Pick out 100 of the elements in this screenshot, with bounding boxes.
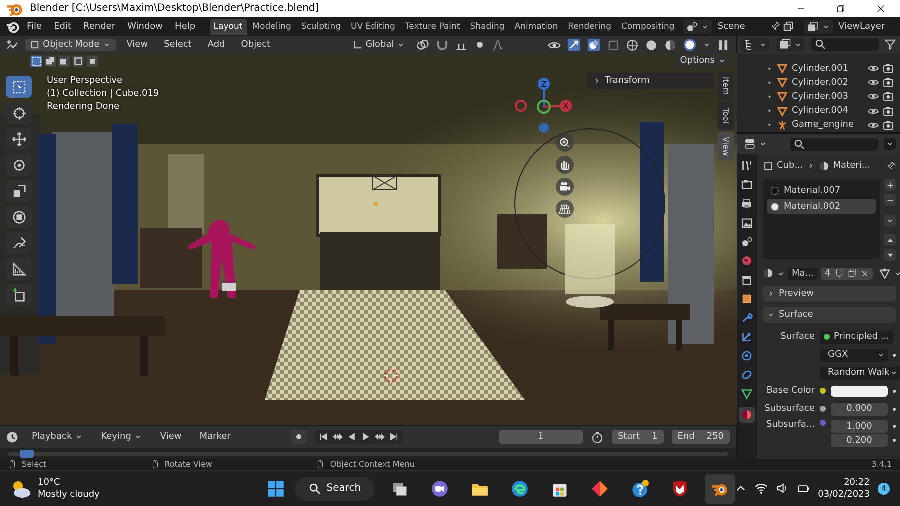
outliner-item[interactable]: Cylinder.001	[737, 62, 900, 76]
frame-field[interactable]: 1	[498, 430, 583, 444]
clock-editor-icon[interactable]	[6, 430, 19, 444]
render-icon[interactable]	[741, 179, 753, 191]
camera-icon[interactable]	[883, 63, 894, 74]
magnet-icon[interactable]	[436, 38, 450, 52]
menu-item[interactable]: Window	[122, 20, 168, 34]
orientation-dropdown[interactable]: Global	[348, 39, 410, 51]
play-reverse-icon[interactable]	[346, 432, 357, 442]
search-field[interactable]	[790, 138, 878, 150]
breadcrumb-material[interactable]: Materi...	[819, 160, 870, 172]
annotate-tool[interactable]	[6, 232, 32, 254]
collection-icon[interactable]	[741, 274, 753, 286]
axis-gizmo[interactable]: Z X	[512, 76, 576, 140]
material-shading-icon[interactable]	[664, 38, 677, 52]
remove-slot-button[interactable]	[884, 194, 896, 206]
printer-icon[interactable]	[741, 198, 753, 210]
sidebar-tab[interactable]: Tool	[718, 102, 734, 130]
panel-header[interactable]: Preview	[763, 286, 896, 302]
filter-icon[interactable]	[885, 39, 896, 50]
restore-icon[interactable]	[836, 4, 846, 14]
menu-item[interactable]: Marker	[194, 430, 236, 444]
next-keyframe-icon[interactable]	[374, 432, 385, 442]
select-box-tool[interactable]	[6, 76, 32, 98]
rendered-shading-icon[interactable]	[683, 38, 697, 52]
notification-badge[interactable]: 4	[878, 482, 890, 494]
workspace-tab[interactable]: Texture Paint	[401, 18, 464, 34]
search-box[interactable]: Search	[294, 476, 376, 500]
particles-icon[interactable]	[741, 331, 753, 343]
material-slot[interactable]: Material.002	[767, 199, 876, 214]
expand-arrow-icon[interactable]	[767, 80, 773, 86]
scale-tool[interactable]	[6, 180, 32, 202]
slot-menu-button[interactable]	[884, 215, 896, 227]
menu-item[interactable]: Add	[202, 38, 230, 52]
number-field[interactable]: 0.200	[831, 434, 888, 447]
falloff-icon[interactable]	[492, 39, 504, 51]
transform-panel[interactable]: Transform	[587, 73, 715, 89]
number-field[interactable]: 1.000	[831, 420, 888, 433]
menu-item[interactable]: File	[22, 20, 48, 34]
transform-tool[interactable]	[6, 206, 32, 228]
add-slot-button[interactable]	[884, 179, 896, 191]
keyframe-dot[interactable]	[893, 390, 896, 392]
world-icon[interactable]	[741, 255, 753, 267]
browser-icon[interactable]	[511, 480, 530, 498]
panel-header[interactable]: Surface	[763, 307, 896, 323]
options-dropdown[interactable]: Options	[675, 55, 731, 67]
jump-end-icon[interactable]	[388, 432, 399, 442]
physics-icon[interactable]	[741, 350, 753, 362]
constraint-icon[interactable]	[741, 369, 753, 381]
camera-icon[interactable]	[883, 91, 894, 102]
menu-item[interactable]: View	[155, 430, 187, 444]
record-button[interactable]	[290, 430, 307, 444]
menu-item[interactable]: Playback	[27, 430, 88, 444]
node-link-icon[interactable]	[878, 268, 891, 280]
pin-icon[interactable]	[886, 161, 896, 171]
move-down-button[interactable]	[884, 249, 896, 261]
wifi-icon[interactable]	[755, 482, 768, 495]
image-icon[interactable]	[741, 217, 753, 229]
object-icon[interactable]	[741, 293, 753, 305]
help-icon[interactable]	[631, 480, 650, 498]
wireframe-shading-icon[interactable]	[626, 38, 639, 52]
workspace-tab[interactable]: Rendering	[564, 18, 616, 34]
diamond-icon[interactable]	[591, 480, 610, 498]
shield-icon[interactable]	[671, 480, 690, 498]
outliner-item[interactable]: Game_engine	[737, 118, 900, 132]
color-swatch[interactable]	[831, 386, 888, 396]
menu-item[interactable]: Edit	[49, 20, 76, 34]
menu-item[interactable]: Render	[78, 20, 121, 34]
chat-icon[interactable]	[431, 480, 450, 498]
mesh-data-icon[interactable]	[741, 388, 753, 400]
outliner-item[interactable]: Cylinder.003	[737, 90, 900, 104]
sidebar-tab[interactable]: View	[718, 132, 734, 160]
xray-icon[interactable]	[607, 38, 620, 52]
mode-dropdown[interactable]: Object Mode	[25, 39, 116, 51]
workspace-tab[interactable]: Compositing	[618, 18, 679, 34]
camera-icon[interactable]	[883, 120, 894, 131]
user-count-field[interactable]: 4	[820, 268, 873, 280]
solid-shading-icon[interactable]	[645, 38, 658, 52]
gizmo-toggle-icon[interactable]	[567, 38, 581, 52]
workspace-tab[interactable]: Animation	[510, 18, 562, 34]
workspace-tab[interactable]: UV Editing	[347, 18, 400, 34]
material-browse-icon[interactable]	[763, 268, 774, 279]
material-name-field[interactable]: Ma...	[788, 268, 818, 280]
measure-tool[interactable]	[6, 258, 32, 280]
wrench-icon[interactable]	[741, 312, 753, 324]
material-slot[interactable]: Material.007	[767, 183, 876, 198]
pin-icon[interactable]	[770, 21, 782, 32]
cursor-tool[interactable]	[6, 102, 32, 124]
tool-icon[interactable]	[741, 160, 753, 172]
workspace-tab[interactable]: Layout	[210, 18, 247, 34]
menu-item[interactable]: Select	[159, 38, 197, 52]
keyframe-dot[interactable]	[893, 354, 896, 356]
expand-arrow-icon[interactable]	[767, 108, 773, 114]
pause-icon[interactable]	[717, 38, 730, 52]
menu-item[interactable]: Help	[170, 20, 201, 34]
outliner-item[interactable]: Cylinder.004	[737, 104, 900, 118]
workspace-tab[interactable]: Sculpting	[297, 18, 346, 34]
close-icon[interactable]	[876, 4, 886, 14]
scene-icon[interactable]	[741, 236, 753, 248]
expand-arrow-icon[interactable]	[767, 122, 773, 128]
